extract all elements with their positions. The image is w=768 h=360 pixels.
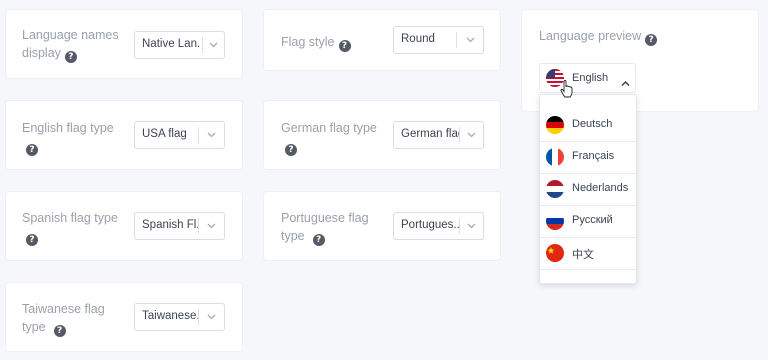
english-flag-label-text: English flag type: [22, 121, 114, 135]
language-option-de[interactable]: Deutsch: [540, 109, 636, 142]
german-flag-value: German flag: [401, 128, 459, 140]
select-divider: [456, 32, 457, 48]
language-option-nl[interactable]: Nederlands: [540, 173, 636, 206]
flag-ru-icon: [546, 212, 564, 230]
language-preview-label: Language preview?: [539, 27, 658, 46]
portuguese-flag-label-line2: type: [281, 229, 305, 243]
language-option-zh[interactable]: 中文: [540, 237, 636, 270]
language-option-label: Français: [572, 150, 615, 162]
flag-style-select[interactable]: Round: [393, 26, 484, 54]
help-icon[interactable]: ?: [26, 234, 38, 246]
select-divider: [198, 127, 199, 143]
select-divider: [198, 309, 199, 325]
language-option-fr[interactable]: Français: [540, 141, 636, 174]
help-icon[interactable]: ?: [26, 144, 38, 156]
english-flag-value: USA flag: [142, 128, 187, 140]
chevron-down-icon: [209, 41, 218, 48]
flag-cn-icon: [546, 244, 564, 262]
language-preview-label-text: Language preview: [539, 29, 642, 43]
select-divider: [459, 127, 460, 143]
card-spanish-flag: Spanish flag type? Spanish Fl...: [6, 192, 242, 260]
flag-style-label: Flag style?: [281, 33, 351, 52]
spanish-flag-label: Spanish flag type?: [22, 209, 132, 246]
language-option-label: Nederlands: [572, 182, 629, 194]
language-option-ru[interactable]: Русский: [540, 205, 636, 238]
language-switcher-button[interactable]: English: [539, 63, 636, 93]
flag-fr-icon: [546, 148, 564, 166]
portuguese-flag-label: Portuguese flag type?: [281, 209, 391, 246]
language-names-display-label: Language names display?: [22, 26, 132, 63]
help-icon[interactable]: ?: [285, 144, 297, 156]
language-names-display-value: Native Lan...: [142, 38, 200, 50]
taiwanese-flag-value: Taiwanese...: [142, 310, 200, 322]
language-option-label: Русский: [572, 214, 613, 226]
chevron-down-icon: [207, 222, 216, 229]
chevron-down-icon: [467, 131, 476, 138]
spanish-flag-label-text: Spanish flag type: [22, 211, 118, 225]
taiwanese-flag-select[interactable]: Taiwanese...: [134, 303, 225, 331]
current-language-label: English: [572, 72, 609, 84]
help-icon[interactable]: ?: [645, 34, 658, 46]
card-language-names-display: Language names display? Native Lan...: [6, 10, 242, 78]
card-portuguese-flag: Portuguese flag type? Portugues...: [264, 192, 500, 260]
flag-style-value: Round: [401, 33, 435, 45]
flag-nl-icon: [546, 180, 564, 198]
card-flag-style: Flag style? Round: [264, 10, 500, 70]
chevron-up-icon: [621, 74, 630, 92]
language-dropdown: Deutsch Français Nederlands Русский 中文: [539, 94, 637, 284]
chevron-down-icon: [207, 131, 216, 138]
select-divider: [459, 218, 460, 234]
cursor-hand-icon: [560, 80, 574, 98]
english-flag-select[interactable]: USA flag: [134, 121, 225, 149]
card-german-flag: German flag type? German flag: [264, 101, 500, 169]
spanish-flag-select[interactable]: Spanish Fl...: [134, 212, 225, 240]
portuguese-flag-label-line1: Portuguese flag: [281, 211, 369, 225]
card-english-flag: English flag type? USA flag: [6, 101, 242, 169]
select-divider: [202, 37, 203, 53]
select-divider: [198, 218, 199, 234]
help-icon[interactable]: ?: [312, 234, 325, 246]
german-flag-label-text: German flag type: [281, 121, 377, 135]
flag-de-icon: [546, 116, 564, 134]
taiwanese-flag-label: Taiwanese flag type?: [22, 300, 132, 337]
english-flag-label: English flag type?: [22, 119, 132, 156]
taiwanese-flag-label-line2: type: [22, 320, 46, 334]
chevron-down-icon: [466, 36, 475, 43]
german-flag-label: German flag type?: [281, 119, 391, 156]
german-flag-select[interactable]: German flag: [393, 121, 484, 149]
taiwanese-flag-label-line1: Taiwanese flag: [22, 302, 105, 316]
spanish-flag-value: Spanish Fl...: [142, 219, 200, 231]
language-option-label: 中文: [572, 249, 594, 261]
language-names-display-select[interactable]: Native Lan...: [134, 31, 225, 59]
help-icon[interactable]: ?: [64, 51, 77, 63]
language-option-label: Deutsch: [572, 118, 613, 130]
flag-style-label-text: Flag style: [281, 35, 335, 49]
card-taiwanese-flag: Taiwanese flag type? Taiwanese...: [6, 283, 242, 351]
help-icon[interactable]: ?: [53, 325, 66, 337]
help-icon[interactable]: ?: [338, 40, 351, 52]
chevron-down-icon: [467, 222, 476, 229]
portuguese-flag-select[interactable]: Portugues...: [393, 212, 484, 240]
chevron-down-icon: [207, 313, 216, 320]
portuguese-flag-value: Portugues...: [401, 219, 459, 231]
